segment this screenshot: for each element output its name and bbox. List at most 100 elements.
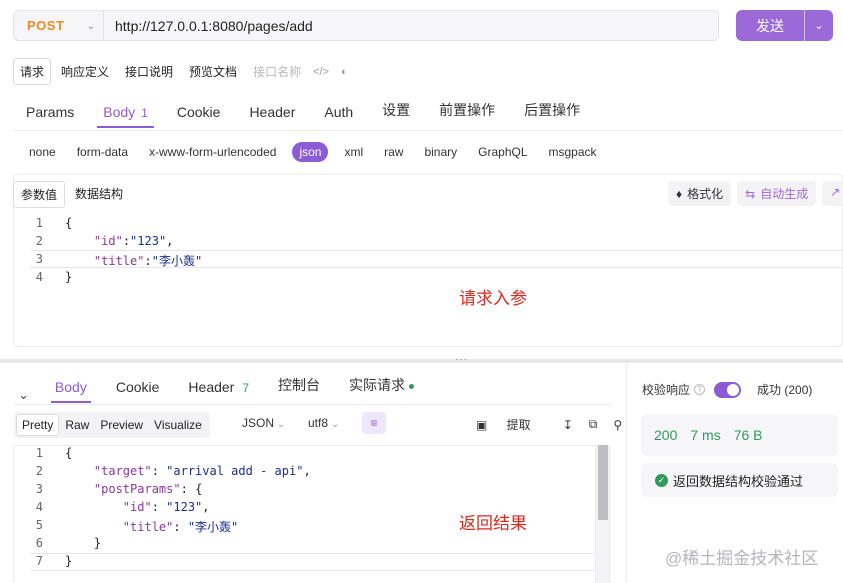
- view-pretty[interactable]: Pretty: [16, 414, 60, 436]
- send-button[interactable]: 发送 ⌄: [736, 10, 833, 41]
- encoding-select[interactable]: utf8 ⌄: [308, 416, 339, 430]
- status-code: 200: [654, 427, 678, 443]
- format-select[interactable]: JSON ⌄: [242, 416, 285, 430]
- chevron-down-icon[interactable]: ⌄: [18, 387, 29, 403]
- format-binary[interactable]: binary: [424, 142, 457, 162]
- sub-tab-schema[interactable]: 数据结构: [68, 181, 130, 208]
- tab-header[interactable]: Header: [249, 104, 295, 128]
- send-label: 发送: [756, 17, 784, 34]
- code-text: {: [65, 446, 73, 460]
- json-sep: :: [151, 464, 167, 478]
- format-button[interactable]: ♦ 格式化: [668, 181, 732, 206]
- select-value: JSON: [242, 416, 275, 430]
- format-none[interactable]: none: [29, 142, 56, 162]
- format-json[interactable]: json: [292, 142, 329, 162]
- tabs-divider: [13, 130, 843, 131]
- response-stats: 200 7 ms 76 B: [641, 414, 838, 456]
- view-preview[interactable]: Preview: [95, 415, 148, 435]
- resp-tab-actual-request[interactable]: 实际请求: [349, 375, 415, 403]
- scrollbar-thumb[interactable]: [598, 445, 608, 520]
- line-number: 4: [35, 270, 43, 284]
- line-number: 2: [35, 464, 43, 478]
- body-sub-tabs: 参数值 数据结构: [13, 181, 133, 208]
- tab-label: Cookie: [176, 104, 221, 120]
- chevron-down-icon: ⌄: [277, 419, 286, 430]
- tab-badge: 7: [242, 381, 250, 395]
- extract-button[interactable]: ▣ 提取: [476, 416, 547, 433]
- download-icon[interactable]: ↧: [563, 418, 573, 432]
- tab-auth[interactable]: Auth: [324, 104, 353, 128]
- doc-tab-request[interactable]: 请求: [13, 58, 52, 85]
- doc-tab-response-definition[interactable]: 响应定义: [55, 59, 115, 84]
- tab-cookie[interactable]: Cookie: [177, 104, 221, 128]
- expand-icon[interactable]: ↗: [822, 181, 843, 206]
- sub-tab-values[interactable]: 参数值: [13, 181, 66, 208]
- drag-handle-icon[interactable]: ···: [455, 354, 468, 365]
- code-text: }: [65, 536, 102, 550]
- tab-params[interactable]: Params: [26, 104, 74, 128]
- vertical-scrollbar[interactable]: [595, 445, 609, 583]
- line-number: 2: [35, 234, 43, 248]
- resp-tab-header[interactable]: Header 7: [188, 379, 249, 403]
- validation-result[interactable]: 成功 (200): [757, 381, 812, 398]
- search-icon[interactable]: ⚲: [613, 418, 622, 432]
- json-key: "title": [93, 254, 145, 268]
- chevron-down-icon: ⌄: [331, 419, 340, 430]
- tab-body[interactable]: Body 1: [97, 104, 154, 128]
- refresh-icon: ⇆: [745, 187, 756, 201]
- auto-generate-label: 自动生成: [760, 187, 809, 201]
- validation-toggle[interactable]: [714, 381, 742, 398]
- format-raw[interactable]: raw: [384, 142, 403, 162]
- line-number: 3: [35, 482, 43, 496]
- api-name-input[interactable]: 接口名称: [247, 59, 307, 84]
- tab-label: 前置操作: [439, 102, 496, 118]
- json-sep: :: [151, 500, 167, 514]
- json-value: "李小轰": [151, 254, 203, 268]
- view-raw[interactable]: Raw: [60, 415, 94, 435]
- resp-tab-console[interactable]: 控制台: [278, 375, 320, 403]
- line-number: 5: [35, 518, 43, 532]
- line-number: 1: [35, 216, 43, 230]
- tab-settings[interactable]: 设置: [382, 100, 410, 128]
- help-icon[interactable]: ?: [694, 384, 706, 395]
- tab-label: Body: [54, 379, 87, 395]
- tab-label: Header: [249, 104, 296, 120]
- json-value: "123": [166, 500, 203, 514]
- tab-label: 控制台: [278, 377, 321, 393]
- view-visualize[interactable]: Visualize: [149, 415, 207, 435]
- format-graphql[interactable]: GraphQL: [478, 142, 527, 162]
- doc-tab-description[interactable]: 接口说明: [119, 59, 179, 84]
- doc-tab-preview[interactable]: 预览文档: [183, 59, 243, 84]
- format-form-data[interactable]: form-data: [77, 142, 128, 162]
- tab-label: Body: [103, 104, 136, 120]
- validation-header: 校验响应 ? 成功 (200): [642, 381, 812, 398]
- send-dropdown-icon[interactable]: ⌄: [805, 19, 833, 32]
- line-number: 1: [35, 446, 43, 460]
- refresh-icon[interactable]: ◐: [341, 66, 348, 78]
- code-text: }: [65, 554, 73, 568]
- status-dot: [409, 383, 415, 389]
- copy-icon[interactable]: ⧉: [589, 417, 598, 432]
- format-xml[interactable]: xml: [344, 142, 363, 162]
- validation-label: 校验响应: [642, 383, 691, 397]
- resp-tab-cookie[interactable]: Cookie: [116, 379, 160, 403]
- tab-pre-operations[interactable]: 前置操作: [439, 100, 495, 128]
- code-icon[interactable]: </>: [313, 66, 329, 78]
- resp-tab-body[interactable]: Body: [50, 379, 91, 403]
- wrap-lines-icon[interactable]: ≡: [362, 412, 386, 434]
- json-key: "id": [93, 234, 123, 248]
- auto-generate-button[interactable]: ⇆ 自动生成: [737, 181, 817, 206]
- json-sep: :: [122, 234, 131, 248]
- format-urlencoded[interactable]: x-www-form-urlencoded: [149, 142, 276, 162]
- code-text: }: [65, 270, 73, 284]
- tab-post-operations[interactable]: 后置操作: [524, 100, 580, 128]
- line-number: 3: [35, 252, 43, 266]
- format-msgpack[interactable]: msgpack: [549, 142, 597, 162]
- method-select[interactable]: POST ⌄: [14, 11, 104, 40]
- line-number: 7: [35, 554, 43, 568]
- url-input[interactable]: http://127.0.0.1:8080/pages/add: [104, 18, 313, 34]
